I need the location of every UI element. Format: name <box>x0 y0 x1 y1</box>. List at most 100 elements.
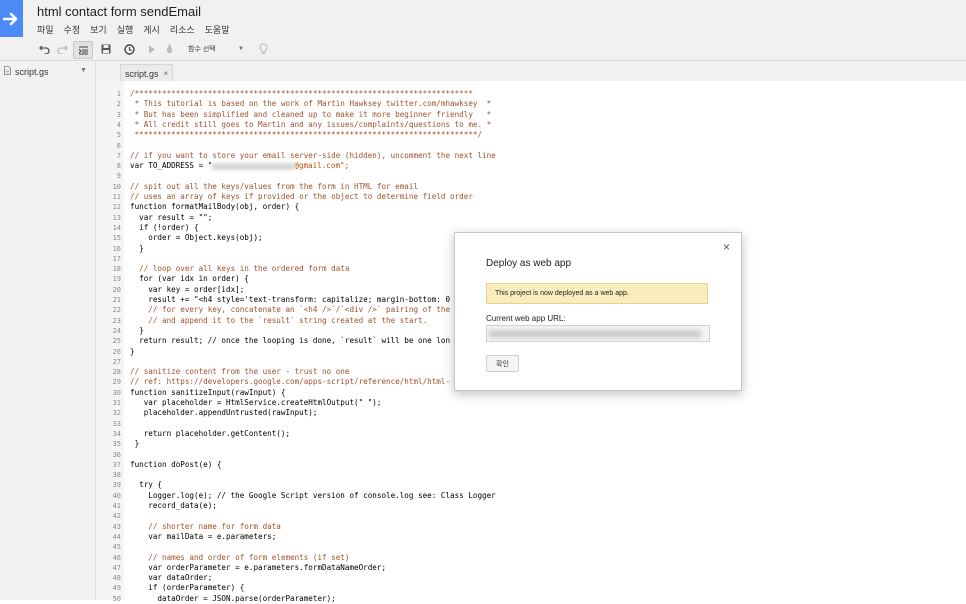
code-line[interactable]: if (!order) { <box>130 222 199 233</box>
menu-run[interactable]: 실행 <box>117 23 134 36</box>
code-text: // if you want to store your email serve… <box>130 150 496 160</box>
menu-publish[interactable]: 게시 <box>143 23 160 36</box>
code-line[interactable]: var key = order[idx]; <box>130 285 244 295</box>
line-number: 40 <box>112 491 121 500</box>
web-app-url-label: Current web app URL: <box>486 314 566 323</box>
line-number: 26 <box>112 347 121 356</box>
code-line[interactable]: var result = ""; <box>130 213 212 223</box>
function-select-label: 함수 선택 <box>188 45 216 53</box>
code-line[interactable]: // if you want to store your email serve… <box>130 151 496 161</box>
code-line[interactable]: * This tutorial is based on the work of … <box>130 99 492 109</box>
line-number: 49 <box>112 584 121 593</box>
line-number: 7 <box>116 151 121 160</box>
line-number: 28 <box>112 368 121 377</box>
code-text: try { <box>130 480 163 490</box>
code-text: var placeholder = HtmlService.createHtml… <box>130 398 382 407</box>
line-number: 17 <box>112 254 121 263</box>
code-line[interactable]: try { <box>130 480 162 490</box>
code-line[interactable]: // spit out all the keys/values from the… <box>130 182 418 192</box>
web-app-url-field[interactable] <box>486 325 710 342</box>
redo-icon[interactable] <box>53 41 71 57</box>
line-number: 41 <box>112 502 121 510</box>
code-line[interactable]: } <box>130 439 140 449</box>
code-line[interactable]: // uses an array of keys if provided or … <box>130 192 473 202</box>
menu-edit[interactable]: 수정 <box>64 23 81 36</box>
menu-view[interactable]: 보기 <box>90 23 107 36</box>
code-text: * All credit still goes to Martin and an… <box>130 119 492 129</box>
code-text: if (!order) { <box>130 222 199 232</box>
line-number: 30 <box>112 388 121 397</box>
project-title[interactable]: html contact form sendEmail <box>37 4 201 19</box>
line-number: 34 <box>112 429 121 438</box>
code-line[interactable]: var dataOrder; <box>130 573 212 583</box>
code-line[interactable]: function formatMailBody(obj, order) { <box>130 202 299 212</box>
code-line[interactable]: * All credit still goes to Martin and an… <box>130 119 492 130</box>
code-line[interactable]: // shorter name for form data <box>130 522 281 532</box>
menu-file[interactable]: 파일 <box>37 23 54 36</box>
line-number: 35 <box>112 440 121 449</box>
line-number: 13 <box>112 213 121 222</box>
code-line[interactable]: var placeholder = HtmlService.createHtml… <box>130 398 382 408</box>
code-line[interactable]: result += "<h4 style='text-transform: ca… <box>130 295 450 305</box>
line-number: 11 <box>112 193 121 201</box>
code-text: // uses an array of keys if provided or … <box>130 192 473 201</box>
code-line[interactable]: order = Object.keys(obj); <box>130 233 262 243</box>
file-menu-chevron-icon[interactable]: ▼ <box>80 67 87 74</box>
menu-resources[interactable]: 리소스 <box>170 23 195 36</box>
line-number: 21 <box>112 296 121 304</box>
code-line[interactable]: } <box>130 326 144 336</box>
code-line[interactable]: placeholder.appendUntrusted(rawInput); <box>130 408 318 418</box>
code-text: function sanitizeInput(rawInput) { <box>130 387 286 397</box>
code-text: Logger.log(e); // the Google Script vers… <box>130 490 496 500</box>
debug-bug-icon[interactable] <box>160 41 178 57</box>
code-line[interactable]: function sanitizeInput(rawInput) { <box>130 388 285 398</box>
code-line[interactable]: // loop over all keys in the ordered for… <box>130 264 349 274</box>
code-line[interactable]: dataOrder = JSON.parse(orderParameter); <box>130 594 335 604</box>
line-number: 5 <box>116 131 121 140</box>
code-line[interactable]: // ref: https://developers.google.com/ap… <box>130 377 450 387</box>
code-text: // loop over all keys in the ordered for… <box>130 264 350 274</box>
line-number: 19 <box>112 275 121 284</box>
line-number: 10 <box>112 182 121 191</box>
close-icon[interactable]: × <box>164 69 169 78</box>
line-number: 2 <box>116 100 121 109</box>
code-line[interactable]: return result; // once the looping is do… <box>130 336 450 346</box>
apps-script-logo-icon[interactable] <box>0 0 23 37</box>
ok-button[interactable]: 확인 <box>486 355 519 372</box>
code-line[interactable]: // and append it to the `result` string … <box>130 316 427 326</box>
function-select-dropdown[interactable]: 함수 선택 ▼ <box>184 41 248 56</box>
code-text: for (var idx in order) { <box>130 274 249 284</box>
code-line[interactable]: for (var idx in order) { <box>130 274 249 284</box>
code-line[interactable]: * But has been simplified and cleaned up… <box>130 110 492 120</box>
close-icon[interactable]: × <box>723 240 730 254</box>
code-text: function formatMailBody(obj, order) { <box>130 202 300 212</box>
code-line[interactable]: return placeholder.getContent(); <box>130 429 290 439</box>
code-line[interactable]: Logger.log(e); // the Google Script vers… <box>130 490 496 501</box>
save-icon[interactable] <box>97 41 115 57</box>
line-number: 37 <box>112 460 121 469</box>
code-line[interactable]: var mailData = e.parameters; <box>130 532 276 542</box>
code-line[interactable]: function doPost(e) { <box>130 460 221 470</box>
sidebar-file-script[interactable]: script.gs <box>4 66 49 77</box>
lightbulb-icon[interactable] <box>254 41 272 57</box>
code-line[interactable]: // names and order of form elements (if … <box>130 553 349 563</box>
code-line[interactable]: // for every key, concatenate an `<h4 />… <box>130 305 450 315</box>
triggers-clock-icon[interactable] <box>120 41 138 57</box>
code-line[interactable]: } <box>130 244 144 254</box>
undo-icon[interactable] <box>35 41 53 57</box>
code-line[interactable]: } <box>130 347 135 357</box>
tab-script-gs[interactable]: script.gs × <box>120 64 174 82</box>
code-line[interactable]: record_data(e); <box>130 501 217 511</box>
code-text: placeholder.appendUntrusted(rawInput); <box>130 408 318 418</box>
run-icon[interactable] <box>143 41 161 57</box>
code-line[interactable]: var orderParameter = e.parameters.formDa… <box>130 563 386 573</box>
indent-toggle-icon[interactable] <box>73 41 93 59</box>
code-line[interactable]: // sanitize content from the user - trus… <box>130 367 349 377</box>
code-text: // spit out all the keys/values from the… <box>130 181 419 191</box>
menu-help[interactable]: 도움말 <box>205 23 230 36</box>
code-line[interactable]: ****************************************… <box>130 130 482 140</box>
code-line[interactable]: var TO_ADDRESS = " @gmail.com"; <box>130 161 349 171</box>
code-line[interactable]: /***************************************… <box>130 89 473 99</box>
line-number: 45 <box>112 543 121 552</box>
code-line[interactable]: if (orderParameter) { <box>130 583 244 593</box>
